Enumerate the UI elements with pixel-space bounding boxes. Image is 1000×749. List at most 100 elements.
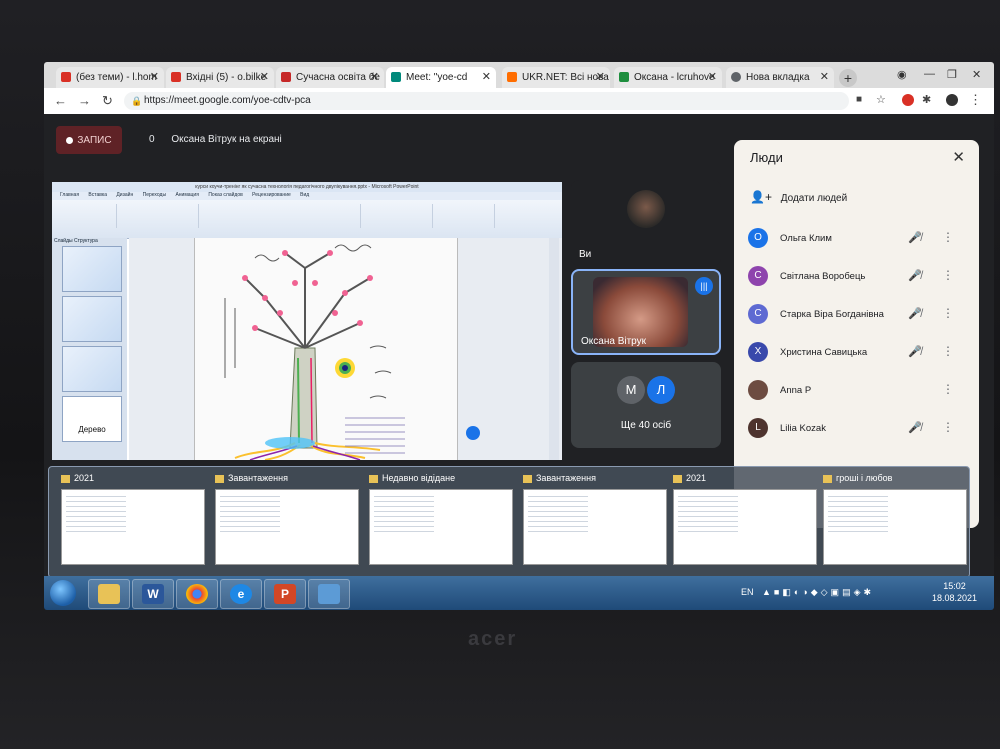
close-icon[interactable]: ✕	[370, 70, 379, 83]
preview-thumbnail	[61, 489, 205, 565]
close-icon[interactable]: ✕	[596, 70, 605, 83]
maximize-icon[interactable]: ❐	[947, 68, 957, 81]
more-options-icon[interactable]: ⋮	[942, 420, 954, 434]
word-icon: W	[142, 584, 164, 604]
slide-thumbnail[interactable]	[62, 246, 122, 292]
slide-thumbnail[interactable]	[62, 296, 122, 342]
participant-row[interactable]: L Lilia Kozak 🎤̸ ⋮	[746, 416, 971, 442]
ribbon-tab[interactable]: Вставка	[88, 192, 107, 198]
url-field[interactable]: 🔒 https://meet.google.com/yoe-cdtv-pca	[124, 92, 849, 110]
profile-icon[interactable]: ◉	[897, 68, 907, 81]
add-people-button[interactable]: 👤+ Додати людей	[750, 190, 847, 204]
avatar: О	[748, 228, 768, 248]
extension-icon[interactable]	[902, 94, 914, 106]
participant-name: Христина Савицька	[780, 347, 868, 358]
forward-icon[interactable]: →	[78, 93, 91, 108]
participant-row[interactable]: Х Христина Савицька 🎤̸ ⋮	[746, 340, 971, 366]
window-preview[interactable]: Завантаження	[519, 473, 667, 569]
camera-icon[interactable]: ■	[856, 94, 862, 105]
folder-icon	[61, 474, 70, 483]
minimize-icon[interactable]: —	[924, 68, 935, 80]
participant-row[interactable]: О Ольга Клим 🎤̸ ⋮	[746, 226, 971, 252]
word-taskbar-button[interactable]: W	[132, 579, 174, 609]
current-slide	[194, 238, 458, 460]
tab-label: (без теми) - l.hom	[76, 72, 157, 83]
doc-icon	[619, 72, 629, 82]
self-tile[interactable]: Ви	[571, 180, 721, 266]
window-preview[interactable]: 2021	[57, 473, 205, 569]
more-options-icon[interactable]: ⋮	[942, 268, 954, 282]
tab-gmail-1[interactable]: (без теми) - l.hom ✕	[56, 67, 164, 88]
ribbon-group-font	[200, 204, 361, 228]
start-button[interactable]	[50, 580, 76, 606]
window-preview[interactable]: Завантаження	[211, 473, 359, 569]
preview-thumbnail	[673, 489, 817, 565]
ribbon-tab[interactable]: Главная	[60, 192, 79, 198]
window-preview[interactable]: Недавно відідане	[365, 473, 513, 569]
laptop-brand-logo: acer	[468, 628, 518, 650]
slide-thumbnail[interactable]: Дерево	[62, 396, 122, 442]
panel-title: Люди	[750, 150, 783, 165]
tab-gmail-2[interactable]: Вхідні (5) - o.bilke ✕	[166, 67, 274, 88]
more-participants-tile[interactable]: М Л Ще 40 осіб	[571, 362, 721, 448]
slide-thumbnails: Слайды Структура Дерево	[52, 238, 127, 460]
ribbon-tab[interactable]: Вид	[300, 192, 309, 198]
ribbon-tab[interactable]: Дизайн	[116, 192, 133, 198]
ribbon-tab[interactable]: Показ слайдов	[208, 192, 242, 198]
reload-icon[interactable]: ↻	[102, 93, 113, 109]
avatar[interactable]	[946, 94, 958, 106]
record-button[interactable]: ЗАПИС	[56, 126, 122, 154]
meet-icon	[391, 72, 401, 82]
app-taskbar-button[interactable]	[308, 579, 350, 609]
close-icon[interactable]: ✕	[820, 70, 829, 83]
close-icon[interactable]: ✕	[952, 148, 965, 166]
participant-row[interactable]: С Старка Віра Богданівна 🎤̸ ⋮	[746, 302, 971, 328]
ppt-ribbon-tabs: Главная Вставка Дизайн Переходы Анимация…	[52, 192, 562, 200]
window-preview[interactable]: гроші і любов	[819, 473, 967, 569]
tab-meet[interactable]: Meet: "yoe-cd ✕	[386, 67, 496, 88]
puzzle-icon[interactable]: ✱	[922, 93, 931, 106]
clock-date: 18.08.2021	[932, 593, 978, 603]
tab-education[interactable]: Сучасна освіта бе ✕	[276, 67, 384, 88]
clock[interactable]: 15:02 18.08.2021	[932, 580, 977, 604]
close-icon[interactable]: ✕	[482, 70, 491, 83]
close-window-icon[interactable]: ✕	[972, 68, 981, 81]
tab-ukrnet[interactable]: UKR.NET: Всі нова ✕	[502, 67, 610, 88]
cursor-highlight	[466, 426, 480, 440]
close-icon[interactable]: ✕	[708, 70, 717, 83]
shared-screen: курси коучи-тренінг як сучасна технологі…	[52, 182, 562, 460]
participant-row[interactable]: Anna P ⋮	[746, 378, 971, 404]
speaker-tile[interactable]: ||| Оксана Вітрук	[571, 269, 721, 355]
avatar: М	[617, 376, 645, 404]
slide-scrollbar[interactable]	[549, 238, 559, 460]
tab-new[interactable]: Нова вкладка ✕	[726, 67, 834, 88]
back-icon[interactable]: ←	[54, 93, 67, 108]
ie-taskbar-button[interactable]: e	[220, 579, 262, 609]
close-icon[interactable]: ✕	[260, 70, 269, 83]
more-options-icon[interactable]: ⋮	[942, 306, 954, 320]
ribbon-tab[interactable]: Анимация	[175, 192, 198, 198]
slide-thumbnail[interactable]	[62, 346, 122, 392]
more-options-icon[interactable]: ⋮	[942, 230, 954, 244]
participant-row[interactable]: С Світлана Воробець 🎤̸ ⋮	[746, 264, 971, 290]
new-tab-button[interactable]: +	[839, 69, 857, 87]
add-people-label: Додати людей	[780, 193, 848, 204]
preview-title: 2021	[74, 473, 95, 483]
more-options-icon[interactable]: ⋮	[942, 382, 954, 396]
menu-icon[interactable]: ⋮	[969, 92, 982, 108]
ribbon-tab[interactable]: Рецензирование	[252, 192, 291, 198]
system-tray-icons[interactable]: ▲■◧◐◑◆◇▣▤◈✱	[762, 587, 874, 598]
more-options-icon[interactable]: ⋮	[942, 344, 954, 358]
chrome-taskbar-button[interactable]	[176, 579, 218, 609]
tab-oksana[interactable]: Оксана - lcruhove ✕	[614, 67, 722, 88]
close-icon[interactable]: ✕	[150, 70, 159, 83]
star-icon[interactable]: ☆	[876, 93, 886, 106]
language-indicator[interactable]: EN	[741, 587, 754, 597]
ribbon-tab[interactable]: Переходы	[143, 192, 166, 198]
panel-tabs[interactable]: Слайды Структура	[54, 238, 98, 244]
powerpoint-taskbar-button[interactable]: P	[264, 579, 306, 609]
preview-title: Завантаження	[228, 473, 288, 483]
window-preview[interactable]: 2021	[669, 473, 817, 569]
mic-off-icon: 🎤̸	[908, 346, 922, 358]
explorer-taskbar-button[interactable]	[88, 579, 130, 609]
